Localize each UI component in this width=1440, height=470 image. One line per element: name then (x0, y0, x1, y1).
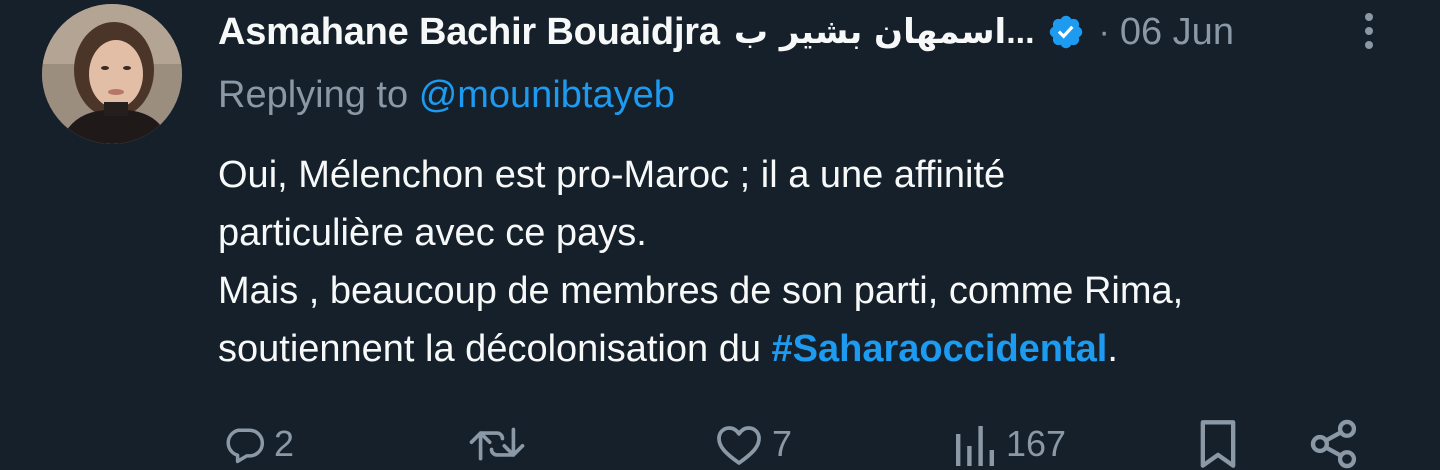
tweet-text-segment: soutiennent la décolonisation du (218, 328, 772, 370)
more-vertical-icon (1365, 13, 1373, 49)
bookmark-icon (1200, 420, 1236, 468)
reply-button[interactable]: 2 (222, 414, 294, 470)
views-icon (956, 426, 994, 466)
reply-handle-link[interactable]: @mounibtayeb (419, 74, 675, 116)
retweet-button[interactable] (466, 414, 536, 470)
tweet-text-line: particulière avec ce pays. (218, 212, 647, 254)
heart-icon (717, 426, 761, 465)
tweet-text: Oui, Mélenchon est pro-Maroc ; il a une … (218, 146, 1408, 378)
profile-photo (42, 4, 182, 144)
replying-to: Replying to @mounibtayeb (218, 74, 675, 117)
display-name-arabic[interactable]: اسمهان بشير ب (734, 12, 1006, 52)
views-count: 167 (1006, 423, 1067, 464)
hashtag-link[interactable]: #Saharaoccidental (772, 328, 1108, 370)
tweet-text-line: Mais , beaucoup de membres de son parti,… (218, 270, 1184, 312)
display-name[interactable]: Asmahane Bachir Bouaidjra (218, 11, 720, 54)
separator-dot: · (1098, 12, 1110, 51)
bookmark-button[interactable] (1196, 414, 1240, 470)
reply-count: 2 (274, 423, 295, 464)
reply-icon (226, 428, 265, 464)
tweet-text-line: soutiennent la décolonisation du #Sahara… (218, 320, 1408, 378)
tweet-header: Asmahane Bachir Bouaidjra اسمهان بشير ب … (218, 6, 1260, 58)
tweet-date[interactable]: 06 Jun (1120, 11, 1260, 54)
like-count: 7 (772, 423, 793, 464)
replying-to-label: Replying to (218, 74, 409, 116)
like-button[interactable]: 7 (714, 414, 792, 470)
avatar[interactable] (42, 4, 182, 144)
tweet-actions: 2 7 167 (0, 414, 1440, 470)
views-button[interactable]: 167 (950, 414, 1066, 470)
tweet-text-line: Oui, Mélenchon est pro-Maroc ; il a une … (218, 154, 1006, 196)
verified-badge-icon[interactable] (1047, 13, 1085, 51)
more-options-button[interactable] (1354, 8, 1384, 54)
share-icon (1310, 419, 1357, 469)
retweet-icon (469, 427, 525, 461)
name-truncation-ellipsis: ... (1006, 12, 1035, 51)
share-button[interactable] (1308, 414, 1360, 470)
tweet-text-segment: . (1107, 328, 1118, 370)
